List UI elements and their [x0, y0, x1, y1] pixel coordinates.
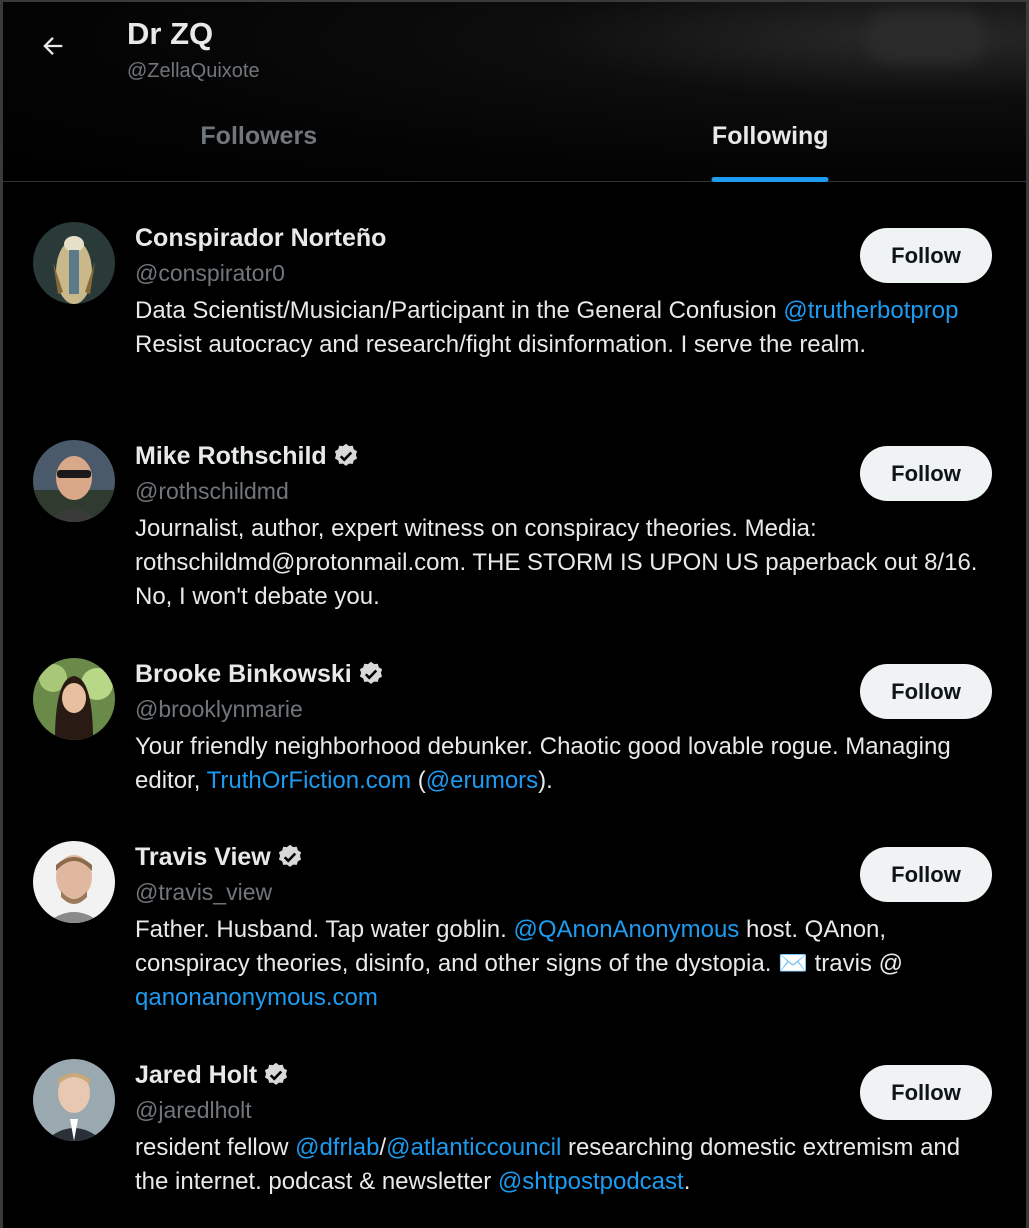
- verified-badge-icon: [334, 443, 357, 466]
- user-cell[interactable]: Travis View @travis_view Father. Husband…: [3, 803, 1026, 1021]
- user-cell[interactable]: Conspirador Norteño @conspirator0 Data S…: [3, 184, 1026, 402]
- tab-following[interactable]: Following: [515, 106, 1027, 182]
- user-name[interactable]: Travis View: [135, 843, 271, 872]
- page-title: Dr ZQ: [127, 16, 214, 51]
- app-window: Dr ZQ @ZellaQuixote Followers Following: [0, 0, 1029, 1228]
- follow-button[interactable]: Follow: [860, 847, 992, 902]
- bio-link[interactable]: qanonanonymous.com: [135, 984, 378, 1011]
- back-button[interactable]: [37, 30, 69, 62]
- avatar[interactable]: [33, 841, 115, 923]
- bio-link[interactable]: @dfrlab: [295, 1134, 379, 1161]
- avatar[interactable]: [33, 658, 115, 740]
- avatar[interactable]: [33, 440, 115, 522]
- bio-link[interactable]: TruthOrFiction.com: [207, 767, 411, 794]
- user-name[interactable]: Jared Holt: [135, 1061, 257, 1090]
- follow-button[interactable]: Follow: [860, 228, 992, 283]
- bio-link[interactable]: @atlanticcouncil: [386, 1134, 561, 1161]
- user-bio: Father. Husband. Tap water goblin. @QAno…: [135, 916, 903, 1011]
- bio-link[interactable]: @QAnonAnonymous: [513, 916, 739, 943]
- bio-link[interactable]: @shtpostpodcast: [498, 1168, 684, 1195]
- blurred-banner-area: [866, 12, 986, 62]
- page-handle: @ZellaQuixote: [127, 60, 260, 82]
- tab-label: Following: [711, 122, 829, 150]
- profile-header: Dr ZQ @ZellaQuixote Followers Following: [3, 2, 1026, 182]
- user-cell[interactable]: Mike Rothschild @rothschildmd Journalist…: [3, 402, 1026, 620]
- avatar[interactable]: [33, 222, 115, 304]
- following-list: Conspirador Norteño @conspirator0 Data S…: [3, 184, 1026, 1228]
- avatar[interactable]: [33, 1059, 115, 1141]
- user-bio: resident fellow @dfrlab/@atlanticcouncil…: [135, 1134, 961, 1195]
- follow-button[interactable]: Follow: [860, 1065, 992, 1120]
- arrow-left-icon: [43, 37, 63, 55]
- verified-badge-icon: [265, 1062, 288, 1085]
- user-name[interactable]: Mike Rothschild: [135, 442, 327, 471]
- verified-badge-icon: [359, 661, 382, 684]
- bio-link[interactable]: @trutherbotprop: [783, 297, 958, 324]
- user-name[interactable]: Brooke Binkowski: [135, 660, 352, 689]
- verified-badge-icon: [278, 844, 301, 867]
- tab-bar: Followers Following: [3, 106, 1026, 182]
- bio-link[interactable]: @erumors: [426, 767, 538, 794]
- user-name[interactable]: Conspirador Norteño: [135, 224, 386, 253]
- active-tab-indicator: [711, 177, 829, 182]
- user-cell[interactable]: Jared Holt @jaredlholt resident fellow @…: [3, 1021, 1026, 1228]
- tab-label: Followers: [200, 122, 318, 150]
- tab-followers[interactable]: Followers: [3, 106, 515, 182]
- user-bio: Journalist, author, expert witness on co…: [135, 515, 978, 610]
- user-cell[interactable]: Brooke Binkowski @brooklynmarie Your fri…: [3, 620, 1026, 803]
- follow-button[interactable]: Follow: [860, 446, 992, 501]
- user-bio: Your friendly neighborhood debunker. Cha…: [135, 733, 951, 794]
- user-bio: Data Scientist/Musician/Participant in t…: [135, 297, 959, 358]
- follow-button[interactable]: Follow: [860, 664, 992, 719]
